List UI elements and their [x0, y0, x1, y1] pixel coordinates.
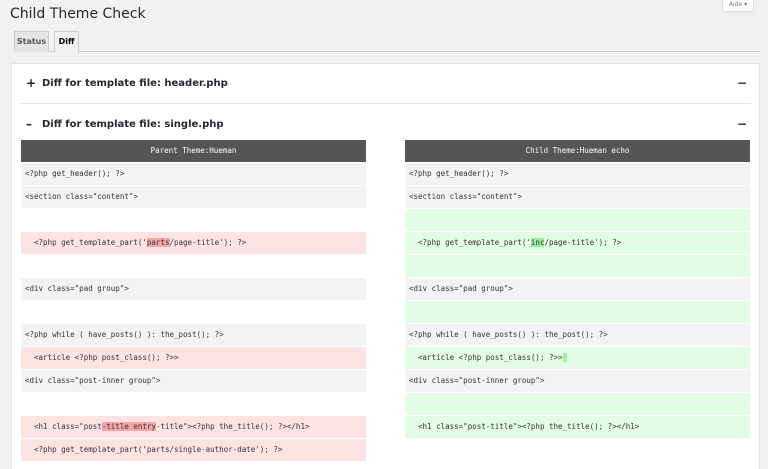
diff-panel: + Diff for template file: header.php − –…	[11, 63, 760, 469]
accordion-title: Diff for template file: header.php	[42, 78, 228, 89]
accordion-title: Diff for template file: single.php	[42, 119, 224, 130]
diff-highlight: parts	[146, 238, 170, 247]
help-tab[interactable]: Aide ▾	[722, 0, 754, 12]
diff-line: <section class="content">	[405, 186, 750, 208]
diff-text: <?php get_header(); ?>	[25, 169, 125, 178]
child-theme-column: Child Theme:Hueman echo <?php get_header…	[405, 140, 750, 461]
diff-line: <div class="post-inner group">	[405, 370, 750, 392]
diff-line	[405, 255, 750, 277]
diff-text: <section class="content">	[25, 192, 138, 201]
child-theme-header: Child Theme:Hueman echo	[405, 140, 750, 162]
diff-text: -title"><?php the_title(); ?></h1>	[155, 422, 310, 431]
diff-line: <?php while ( have_posts() ): the_post()…	[405, 324, 750, 346]
minus-icon: –	[26, 117, 32, 131]
diff-line: <?php get_header(); ?>	[405, 163, 750, 185]
diff-text: <?php get_template_part('	[418, 238, 531, 247]
diff-text: <article <?php post_class(); ?>>	[34, 353, 179, 362]
parent-theme-header: Parent Theme:Hueman	[21, 140, 366, 162]
child-diff-rows: <?php get_header(); ?> <section class="co…	[405, 163, 750, 461]
accordion-header-php[interactable]: + Diff for template file: header.php −	[20, 64, 751, 104]
diff-text: <div class="post-inner group">	[25, 376, 161, 385]
diff-text: <div class="post-inner group">	[409, 376, 545, 385]
diff-line: <section class="content">	[21, 186, 366, 208]
parent-diff-rows: <?php get_header(); ?> <section class="co…	[21, 163, 366, 461]
diff-highlight: -title entry	[101, 422, 156, 431]
diff-text: <h1 class="post-title"><?php the_title()…	[418, 422, 640, 431]
diff-text: <?php get_template_part('	[34, 238, 147, 247]
diff-text: <div class="pad group">	[25, 284, 129, 293]
diff-text: <div class="pad group">	[409, 284, 513, 293]
tab-bar: Status Diff	[14, 31, 760, 53]
diff-line	[21, 393, 366, 415]
diff-line: <?php get_template_part('parts/single-au…	[21, 439, 366, 461]
diff-text: <?php while ( have_posts() ): the_post()…	[25, 330, 224, 339]
diff-line	[405, 393, 750, 415]
diff-text: <article <?php post_class(); ?>>	[418, 353, 563, 362]
diff-text: <?php while ( have_posts() ): the_post()…	[409, 330, 608, 339]
diff-line: <?php get_template_part('parts/page-titl…	[21, 232, 366, 254]
diff-line	[21, 301, 366, 323]
diff-line	[405, 301, 750, 323]
tab-status[interactable]: Status	[14, 31, 49, 52]
diff-line: <h1 class="post-title entry-title"><?php…	[21, 416, 366, 438]
plus-icon: +	[26, 76, 37, 90]
diff-text: /page-title'); ?>	[544, 238, 622, 247]
diff-highlight: inc	[530, 238, 545, 247]
parent-theme-column: Parent Theme:Hueman <?php get_header(); …	[21, 140, 366, 461]
diff-text: <?php get_template_part('parts/single-au…	[34, 445, 283, 454]
diff-line	[405, 439, 750, 461]
diff-line	[21, 209, 366, 231]
diff-line	[21, 255, 366, 277]
diff-line	[405, 209, 750, 231]
tab-diff[interactable]: Diff	[54, 31, 79, 53]
diff-text: <?php get_header(); ?>	[409, 169, 509, 178]
diff-text: /page-title'); ?>	[169, 238, 247, 247]
collapse-toggle-icon[interactable]: −	[737, 76, 747, 90]
diff-line: <div class="post-inner group">	[21, 370, 366, 392]
diff-text: <h1 class="post	[34, 422, 102, 431]
diff-highlight	[562, 353, 568, 362]
accordion-single-php[interactable]: – Diff for template file: single.php −	[20, 105, 751, 145]
diff-line: <div class="pad group">	[21, 278, 366, 300]
diff-line: <article <?php post_class(); ?>>	[405, 347, 750, 369]
collapse-toggle-icon[interactable]: −	[737, 117, 747, 131]
diff-line: <?php while ( have_posts() ): the_post()…	[21, 324, 366, 346]
diff-line: <h1 class="post-title"><?php the_title()…	[405, 416, 750, 438]
diff-line: <?php get_template_part('inc/page-title'…	[405, 232, 750, 254]
diff-text: <section class="content">	[409, 192, 522, 201]
diff-line: <div class="pad group">	[405, 278, 750, 300]
diff-line: <article <?php post_class(); ?>>	[21, 347, 366, 369]
diff-line: <?php get_header(); ?>	[21, 163, 366, 185]
page-title: Child Theme Check	[10, 6, 146, 22]
